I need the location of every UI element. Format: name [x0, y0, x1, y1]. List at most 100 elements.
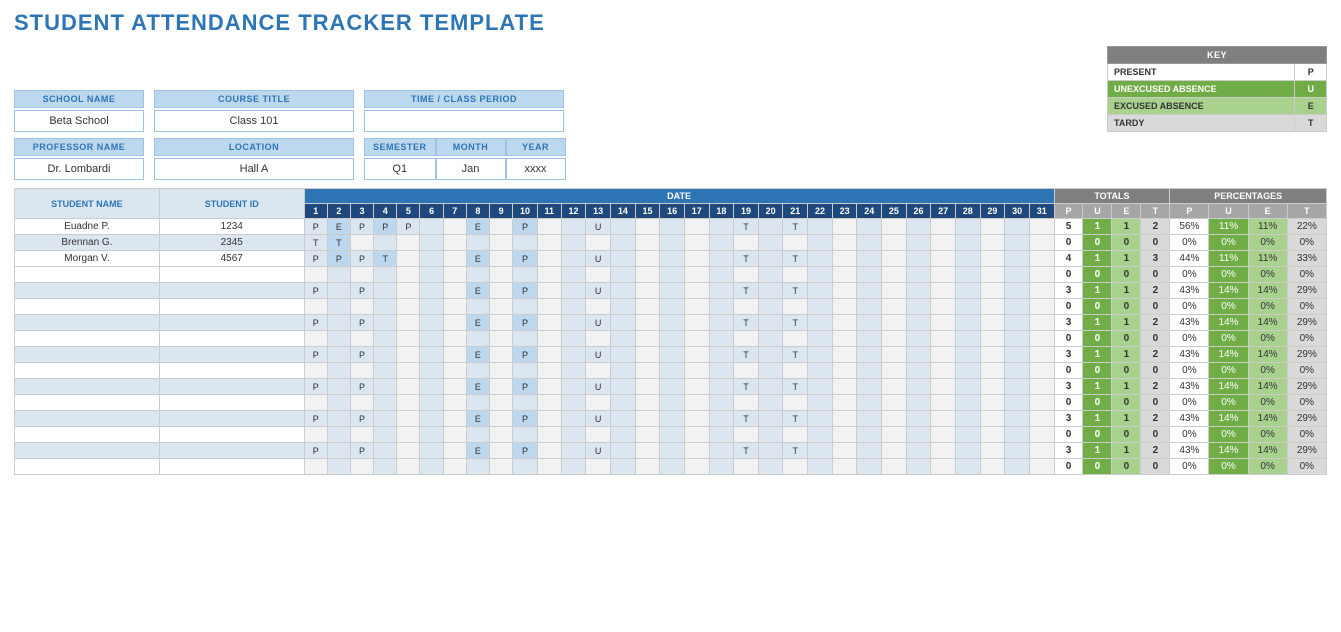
day-cell[interactable]: [906, 235, 931, 251]
day-cell[interactable]: [561, 347, 586, 363]
day-cell[interactable]: [857, 267, 882, 283]
day-cell[interactable]: [443, 443, 466, 459]
day-cell[interactable]: [586, 331, 611, 347]
day-cell[interactable]: [611, 331, 636, 347]
day-cell[interactable]: E: [327, 219, 350, 235]
day-cell[interactable]: [783, 331, 808, 347]
day-cell[interactable]: [635, 331, 660, 347]
day-cell[interactable]: [980, 235, 1005, 251]
day-cell[interactable]: [857, 315, 882, 331]
student-name-cell[interactable]: [15, 299, 160, 315]
day-cell[interactable]: [443, 459, 466, 475]
day-cell[interactable]: [397, 363, 420, 379]
day-cell[interactable]: [734, 459, 759, 475]
day-cell[interactable]: [709, 459, 734, 475]
day-cell[interactable]: [660, 331, 685, 347]
day-cell[interactable]: [783, 427, 808, 443]
day-cell[interactable]: [374, 235, 397, 251]
day-cell[interactable]: T: [783, 283, 808, 299]
day-cell[interactable]: [808, 267, 833, 283]
day-cell[interactable]: [684, 331, 709, 347]
day-cell[interactable]: [490, 459, 513, 475]
day-cell[interactable]: U: [586, 315, 611, 331]
day-cell[interactable]: [857, 411, 882, 427]
day-cell[interactable]: [561, 395, 586, 411]
day-cell[interactable]: [304, 363, 327, 379]
day-cell[interactable]: [980, 331, 1005, 347]
day-cell[interactable]: [709, 219, 734, 235]
day-cell[interactable]: [611, 379, 636, 395]
day-cell[interactable]: [537, 427, 561, 443]
day-cell[interactable]: [980, 379, 1005, 395]
day-cell[interactable]: [513, 331, 538, 347]
day-cell[interactable]: [513, 235, 538, 251]
day-cell[interactable]: T: [783, 251, 808, 267]
day-cell[interactable]: [397, 283, 420, 299]
day-cell[interactable]: [420, 315, 443, 331]
day-cell[interactable]: [955, 235, 980, 251]
day-cell[interactable]: [1029, 395, 1054, 411]
student-name-cell[interactable]: [15, 379, 160, 395]
day-cell[interactable]: [758, 283, 783, 299]
day-cell[interactable]: [420, 379, 443, 395]
day-cell[interactable]: [1029, 459, 1054, 475]
day-cell[interactable]: [857, 219, 882, 235]
day-cell[interactable]: [808, 427, 833, 443]
day-cell[interactable]: [374, 347, 397, 363]
day-cell[interactable]: [537, 315, 561, 331]
day-cell[interactable]: [611, 443, 636, 459]
day-cell[interactable]: [561, 315, 586, 331]
day-cell[interactable]: [327, 459, 350, 475]
day-cell[interactable]: [374, 363, 397, 379]
student-id-cell[interactable]: 1234: [159, 219, 304, 235]
day-cell[interactable]: [857, 395, 882, 411]
student-name-cell[interactable]: [15, 411, 160, 427]
day-cell[interactable]: P: [350, 219, 373, 235]
day-cell[interactable]: [611, 235, 636, 251]
day-cell[interactable]: [635, 219, 660, 235]
day-cell[interactable]: [906, 459, 931, 475]
day-cell[interactable]: [684, 283, 709, 299]
day-cell[interactable]: [660, 251, 685, 267]
day-cell[interactable]: [443, 219, 466, 235]
day-cell[interactable]: [832, 459, 857, 475]
day-cell[interactable]: [709, 379, 734, 395]
day-cell[interactable]: [857, 235, 882, 251]
day-cell[interactable]: [350, 235, 373, 251]
student-id-cell[interactable]: 2345: [159, 235, 304, 251]
day-cell[interactable]: [758, 363, 783, 379]
day-cell[interactable]: [327, 395, 350, 411]
day-cell[interactable]: P: [350, 251, 373, 267]
table-row[interactable]: 00000%0%0%0%: [15, 459, 1327, 475]
day-cell[interactable]: [931, 459, 956, 475]
day-cell[interactable]: [420, 219, 443, 235]
day-cell[interactable]: [611, 459, 636, 475]
day-cell[interactable]: [466, 459, 489, 475]
day-cell[interactable]: [490, 443, 513, 459]
day-cell[interactable]: [906, 251, 931, 267]
day-cell[interactable]: [537, 331, 561, 347]
day-cell[interactable]: [758, 331, 783, 347]
day-cell[interactable]: [832, 267, 857, 283]
day-cell[interactable]: [397, 331, 420, 347]
day-cell[interactable]: [611, 347, 636, 363]
day-cell[interactable]: [490, 379, 513, 395]
day-cell[interactable]: [980, 395, 1005, 411]
day-cell[interactable]: [350, 427, 373, 443]
day-cell[interactable]: [882, 427, 907, 443]
day-cell[interactable]: [304, 427, 327, 443]
day-cell[interactable]: U: [586, 283, 611, 299]
day-cell[interactable]: [882, 347, 907, 363]
day-cell[interactable]: P: [513, 219, 538, 235]
day-cell[interactable]: T: [783, 347, 808, 363]
student-id-cell[interactable]: [159, 347, 304, 363]
professor-value[interactable]: Dr. Lombardi: [14, 158, 144, 180]
day-cell[interactable]: [660, 395, 685, 411]
day-cell[interactable]: [537, 363, 561, 379]
day-cell[interactable]: P: [397, 219, 420, 235]
day-cell[interactable]: T: [327, 235, 350, 251]
day-cell[interactable]: [832, 283, 857, 299]
day-cell[interactable]: [374, 427, 397, 443]
student-name-cell[interactable]: [15, 363, 160, 379]
day-cell[interactable]: [490, 219, 513, 235]
